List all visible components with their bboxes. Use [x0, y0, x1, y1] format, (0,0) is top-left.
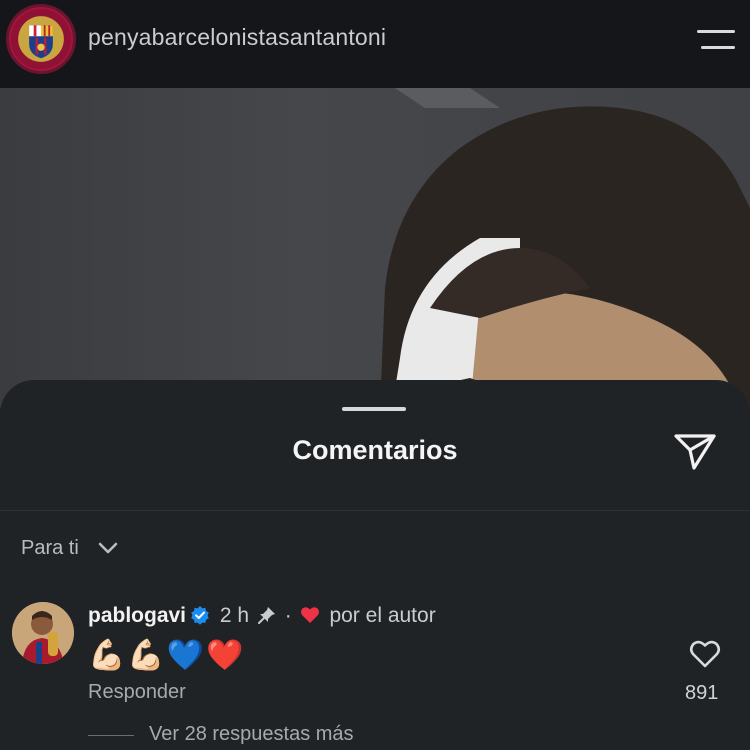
sheet-divider — [0, 510, 750, 511]
heart-icon — [300, 606, 320, 630]
comment-time: 2 h — [219, 604, 250, 627]
pin-icon — [257, 605, 277, 631]
sheet-title: Comentarios — [292, 435, 458, 465]
comment-text: 💪🏻💪🏻💙❤️ — [88, 639, 246, 672]
commenter-username[interactable]: pablogavi — [88, 604, 186, 627]
send-paper-plane-icon[interactable] — [672, 432, 718, 472]
filter-label: Para ti — [21, 537, 79, 559]
sheet-drag-handle[interactable] — [342, 407, 406, 411]
heart-icon[interactable] — [689, 639, 721, 669]
replies-connector-line — [88, 735, 134, 736]
commenter-avatar[interactable] — [12, 602, 74, 664]
account-avatar[interactable] — [6, 4, 76, 74]
account-name[interactable]: penyabarcelonistasantantoni — [88, 24, 386, 51]
view-more-replies-button[interactable]: Ver 28 respuestas más — [149, 723, 354, 746]
comment-filter-dropdown[interactable]: Para ti — [21, 537, 118, 560]
club-crest-icon — [10, 8, 72, 70]
like-count: 891 — [685, 682, 719, 704]
comments-sheet: Comentarios Para ti pablogavi 2 h · por … — [0, 380, 750, 750]
comment-header: pablogavi 2 h · por el autor — [88, 604, 436, 631]
video-still-image — [380, 88, 750, 408]
video-frame[interactable] — [0, 88, 750, 408]
chevron-down-icon — [98, 537, 118, 560]
header-separator: · — [284, 604, 292, 627]
verified-badge-icon — [190, 605, 210, 631]
hamburger-menu-icon[interactable] — [697, 28, 735, 52]
liked-by-author-label: por el autor — [329, 604, 436, 627]
reply-button[interactable]: Responder — [88, 681, 186, 704]
top-bar: penyabarcelonistasantantoni — [0, 0, 750, 88]
